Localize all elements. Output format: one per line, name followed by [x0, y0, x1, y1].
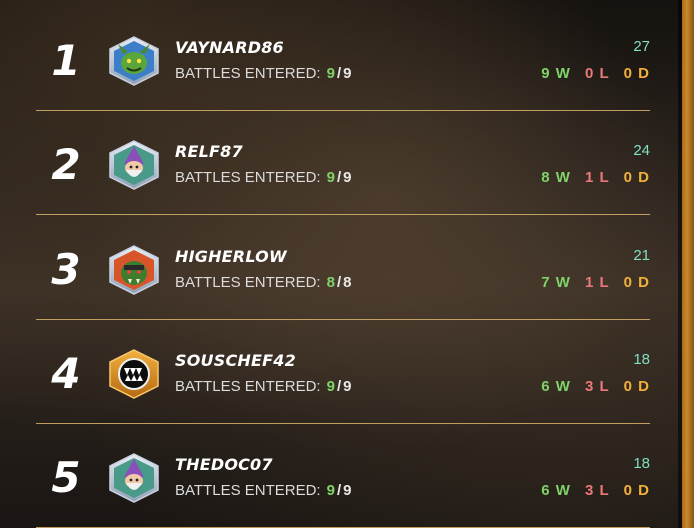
wins-count: 7 W [541, 273, 571, 291]
rank-number: 5 [51, 453, 81, 503]
win-loss-record: 8 W 1 L 0 D [541, 169, 650, 186]
losses-count: 3 L [584, 377, 610, 395]
rank-number: 4 [51, 348, 81, 398]
wins-count: 6 W [541, 377, 571, 395]
rank-number: 2 [51, 140, 81, 190]
battles-entered: BATTLES ENTERED: 8/8 [175, 274, 351, 291]
losses-count: 0 L [584, 65, 610, 82]
battles-slash: / [336, 377, 342, 395]
player-name[interactable]: SOUSCHEF42 [175, 351, 296, 370]
draws-count: 0 D [623, 65, 650, 82]
score-value: 21 [633, 246, 650, 264]
leaderboard-row[interactable]: 4 SOUSCHEF42 BATTLES ENTERED: 9/9 18 6 W 3… [36, 319, 650, 423]
losses-count: 1 L [584, 169, 610, 187]
wins-count: 6 W [541, 482, 571, 500]
green-goblin-avatar-icon [106, 36, 162, 86]
battles-current: 8 [326, 273, 335, 291]
draws-count: 0 D [623, 377, 650, 395]
battles-total: 9 [343, 482, 352, 500]
battles-entered: BATTLES ENTERED: 9/9 [175, 169, 351, 186]
player-name[interactable]: VAYNARD86 [175, 38, 284, 57]
battles-total: 9 [343, 65, 352, 82]
battles-label: BATTLES ENTERED: [175, 65, 321, 82]
battles-label: BATTLES ENTERED: [175, 169, 321, 187]
win-loss-record: 9 W 0 L 0 D [541, 65, 650, 82]
wizard-avatar-icon [106, 140, 162, 191]
draws-count: 0 D [623, 169, 650, 187]
battles-entered: BATTLES ENTERED: 9/9 [175, 378, 351, 395]
battles-entered: BATTLES ENTERED: 9/9 [175, 482, 351, 499]
monster-mouth-avatar-icon [106, 349, 162, 399]
scrollbar[interactable] [678, 0, 694, 528]
player-name[interactable]: RELF87 [175, 142, 243, 161]
win-loss-record: 6 W 3 L 0 D [541, 378, 650, 395]
battles-current: 9 [326, 377, 335, 395]
leaderboard-row[interactable]: 5 THEDOC07 BATTLES ENTERED: 9/9 18 6 W 3… [36, 423, 650, 527]
leaderboard-row[interactable]: 3 HIGHERLOW BATTLES ENTERED: 8/8 21 7 W … [36, 215, 650, 319]
battles-entered: BATTLES ENTERED: 9/9 [175, 65, 351, 82]
battles-slash: / [336, 65, 342, 82]
battles-total: 9 [343, 377, 352, 395]
rank-number: 3 [51, 244, 81, 294]
battles-slash: / [336, 273, 342, 291]
battles-slash: / [336, 482, 342, 500]
score-value: 18 [633, 350, 650, 368]
score-value: 27 [633, 38, 650, 55]
rank-number: 1 [51, 36, 81, 85]
win-loss-record: 6 W 3 L 0 D [541, 482, 650, 499]
losses-count: 1 L [584, 273, 610, 291]
wins-count: 9 W [541, 65, 571, 82]
battles-total: 9 [343, 169, 352, 187]
battles-total: 8 [343, 273, 352, 291]
battles-label: BATTLES ENTERED: [175, 377, 321, 395]
battles-label: BATTLES ENTERED: [175, 273, 321, 291]
win-loss-record: 7 W 1 L 0 D [541, 274, 650, 291]
wins-count: 8 W [541, 169, 571, 187]
orc-avatar-icon [106, 244, 162, 295]
player-name[interactable]: THEDOC07 [175, 455, 273, 474]
score-value: 24 [633, 142, 650, 160]
wizard-avatar-icon [106, 453, 162, 504]
battles-slash: / [336, 169, 342, 187]
draws-count: 0 D [623, 482, 650, 500]
draws-count: 0 D [623, 273, 650, 291]
player-name[interactable]: HIGHERLOW [175, 247, 287, 266]
leaderboard-row[interactable]: 1 VAYNARD86 BATTLES ENTERED: 9/9 27 9 W … [36, 6, 650, 110]
losses-count: 3 L [584, 482, 610, 500]
battles-current: 9 [326, 65, 335, 82]
leaderboard-row[interactable]: 2 RELF87 BATTLES ENTERED: 9/9 24 8 W 1 L… [36, 110, 650, 214]
score-value: 18 [633, 455, 650, 473]
battles-current: 9 [326, 482, 335, 500]
battles-current: 9 [326, 169, 335, 187]
battles-label: BATTLES ENTERED: [175, 482, 321, 500]
